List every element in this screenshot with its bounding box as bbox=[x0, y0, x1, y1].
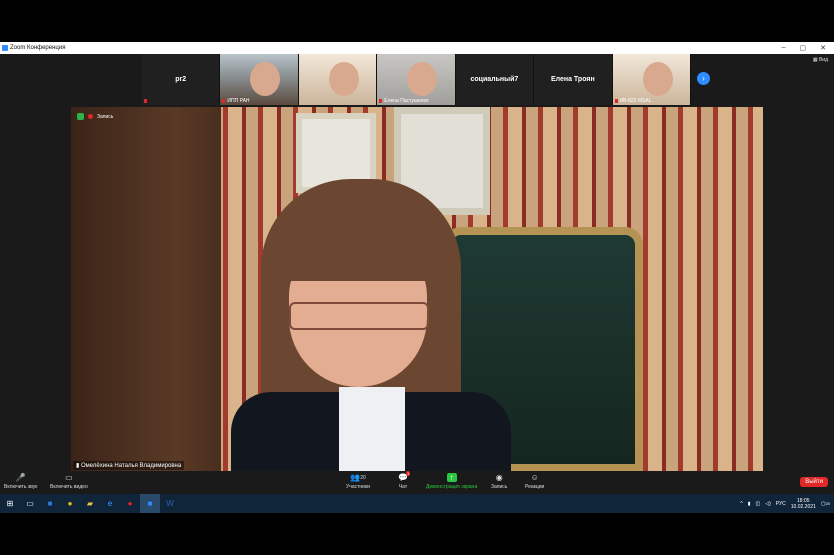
gallery-strip: pr2 ИПП РАН Елена Пастушенко социальный7 Еле… bbox=[142, 54, 691, 105]
participant-tile[interactable] bbox=[298, 54, 377, 105]
participant-label: ИПП РАН bbox=[227, 98, 250, 104]
share-screen-icon: ↑ bbox=[446, 473, 457, 482]
participant-caption: Елена Пастушенко bbox=[379, 98, 429, 104]
participant-tile[interactable]: ИПП РАН bbox=[220, 54, 298, 105]
start-video-button[interactable]: ▭ Включить видео bbox=[50, 473, 88, 490]
participant-tile[interactable]: pr2 bbox=[142, 54, 220, 105]
battery-icon[interactable]: ▮ bbox=[748, 501, 751, 507]
participant-label: Елена Пастушенко bbox=[384, 98, 429, 104]
meeting-badges: Запись bbox=[77, 113, 113, 120]
word-icon[interactable]: W bbox=[160, 494, 180, 513]
meeting-stage: pr2 ИПП РАН Елена Пастушенко социальный7 Еле… bbox=[0, 54, 834, 493]
network-icon[interactable]: ◫ bbox=[756, 501, 761, 507]
zoom-icon[interactable]: ■ bbox=[140, 494, 160, 513]
speaker-blouse bbox=[339, 387, 405, 472]
muted-mic-icon bbox=[614, 98, 618, 103]
participant-caption bbox=[144, 98, 149, 104]
meeting-toolbar: 🎤 Включить звук ▭ Включить видео 👥 20 Уч… bbox=[0, 471, 834, 494]
share-screen-button[interactable]: ↑ Демонстрация экрана bbox=[426, 473, 477, 490]
system-tray: ^ ▮ ◫ ◁) РУС 18:05 10.02.2021 ▢20 bbox=[740, 498, 834, 510]
muted-mic-icon: 🎤 bbox=[15, 473, 26, 482]
encryption-shield-icon[interactable] bbox=[77, 113, 84, 120]
recording-dot-icon bbox=[88, 114, 93, 119]
view-button[interactable]: ▦ Вид bbox=[813, 57, 828, 63]
participant-tile[interactable]: ИВ-823 MSAL bbox=[612, 54, 690, 105]
participant-face bbox=[407, 62, 438, 96]
next-page-button[interactable]: › bbox=[697, 72, 710, 85]
edge-icon[interactable]: e bbox=[100, 494, 120, 513]
record-icon: ◉ bbox=[495, 473, 503, 482]
participant-tile[interactable]: социальный7 bbox=[455, 54, 534, 105]
video-off-icon: ▭ bbox=[65, 473, 73, 482]
language-indicator[interactable]: РУС bbox=[776, 501, 786, 507]
participants-icon: 👥 20 bbox=[350, 473, 366, 482]
participant-face bbox=[328, 62, 359, 96]
participant-caption: ИПП РАН bbox=[222, 98, 250, 104]
muted-mic-icon bbox=[379, 98, 383, 103]
speaker-glasses bbox=[289, 302, 429, 330]
task-view-icon[interactable]: ▭ bbox=[20, 494, 40, 513]
chat-button[interactable]: 💬 1 Чат bbox=[398, 471, 411, 490]
window-titlebar: Zoom Конференция – ▢ ✕ bbox=[0, 42, 834, 54]
muted-mic-icon bbox=[144, 98, 147, 103]
tray-chevron-icon[interactable]: ^ bbox=[740, 501, 742, 507]
clock[interactable]: 18:05 10.02.2021 bbox=[791, 498, 816, 510]
close-button[interactable]: ✕ bbox=[820, 44, 826, 52]
reactions-button[interactable]: ☺ Реакции bbox=[525, 473, 544, 490]
windows-taskbar: ⊞ ▭ ■ ● ▰ e ● ■ W ^ ▮ ◫ ◁) РУС 18:05 10.0… bbox=[0, 494, 834, 513]
chrome-icon[interactable]: ● bbox=[60, 494, 80, 513]
participant-label: ИВ-823 MSAL bbox=[619, 98, 652, 104]
chat-unread-badge: 1 bbox=[406, 471, 411, 476]
recording-label: Запись bbox=[97, 113, 114, 120]
signal-icon: ▮ bbox=[76, 463, 80, 469]
start-icon[interactable]: ⊞ bbox=[0, 494, 20, 513]
explorer-icon[interactable]: ▰ bbox=[80, 494, 100, 513]
minimize-button[interactable]: – bbox=[782, 44, 786, 52]
participants-button[interactable]: 👥 20 Участники bbox=[346, 473, 370, 490]
door bbox=[71, 107, 221, 472]
zoom-app-icon bbox=[2, 45, 8, 51]
record-button[interactable]: ◉ Запись bbox=[491, 473, 507, 490]
window-title: Zoom Конференция bbox=[10, 45, 66, 51]
participant-name: социальный7 bbox=[470, 76, 519, 83]
participant-face bbox=[642, 62, 673, 96]
notifications-icon[interactable]: ▢20 bbox=[821, 501, 830, 507]
maximize-button[interactable]: ▢ bbox=[800, 44, 807, 52]
participant-name: pr2 bbox=[175, 76, 187, 83]
muted-mic-icon bbox=[222, 98, 226, 103]
leave-button[interactable]: Выйти bbox=[800, 477, 828, 487]
unmute-button[interactable]: 🎤 Включить звук bbox=[4, 473, 37, 490]
participant-tile[interactable]: Елена Пастушенко bbox=[377, 54, 455, 105]
volume-icon[interactable]: ◁) bbox=[765, 501, 771, 507]
outlook-icon[interactable]: ■ bbox=[40, 494, 60, 513]
active-speaker-video: Запись ▮ Омелёхина Наталья Владимировна bbox=[71, 107, 763, 472]
speaker-name-label: ▮ Омелёхина Наталья Владимировна bbox=[73, 461, 185, 470]
participant-caption: ИВ-823 MSAL bbox=[614, 98, 652, 104]
participant-tile[interactable]: Елена Троян bbox=[534, 54, 612, 105]
participant-face bbox=[250, 62, 281, 96]
participant-name: Елена Троян bbox=[550, 76, 595, 83]
reactions-icon: ☺ bbox=[530, 473, 539, 482]
yandex-icon[interactable]: ● bbox=[120, 494, 140, 513]
